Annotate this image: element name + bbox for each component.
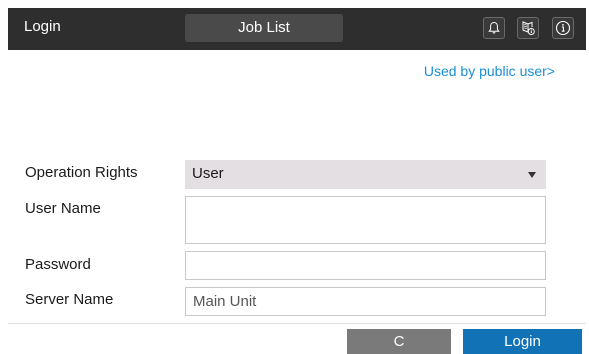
page-title: Login <box>24 18 61 35</box>
info-icon[interactable] <box>552 17 574 39</box>
operation-rights-label: Operation Rights <box>25 164 138 181</box>
server-name-label: Server Name <box>25 291 114 308</box>
job-list-button[interactable]: Job List <box>185 14 343 42</box>
device-info-icon[interactable] <box>517 17 539 39</box>
clear-button[interactable]: C <box>347 329 451 354</box>
server-name-field[interactable]: Main Unit <box>185 287 546 316</box>
footer-divider <box>8 323 586 324</box>
password-label: Password <box>25 256 91 273</box>
bell-icon[interactable] <box>483 17 505 39</box>
password-field[interactable] <box>185 251 546 280</box>
user-name-label: User Name <box>25 200 101 217</box>
operation-rights-value: User <box>192 165 224 182</box>
public-user-link[interactable]: Used by public user> <box>424 63 555 79</box>
operation-rights-select[interactable]: User <box>185 160 546 189</box>
login-button[interactable]: Login <box>463 329 582 354</box>
user-name-field[interactable] <box>185 196 546 244</box>
header-bar: Login Job List <box>8 8 586 50</box>
dropdown-arrow-icon <box>528 172 536 178</box>
login-screen: Login Job List Used by public user> Oper… <box>0 0 589 354</box>
